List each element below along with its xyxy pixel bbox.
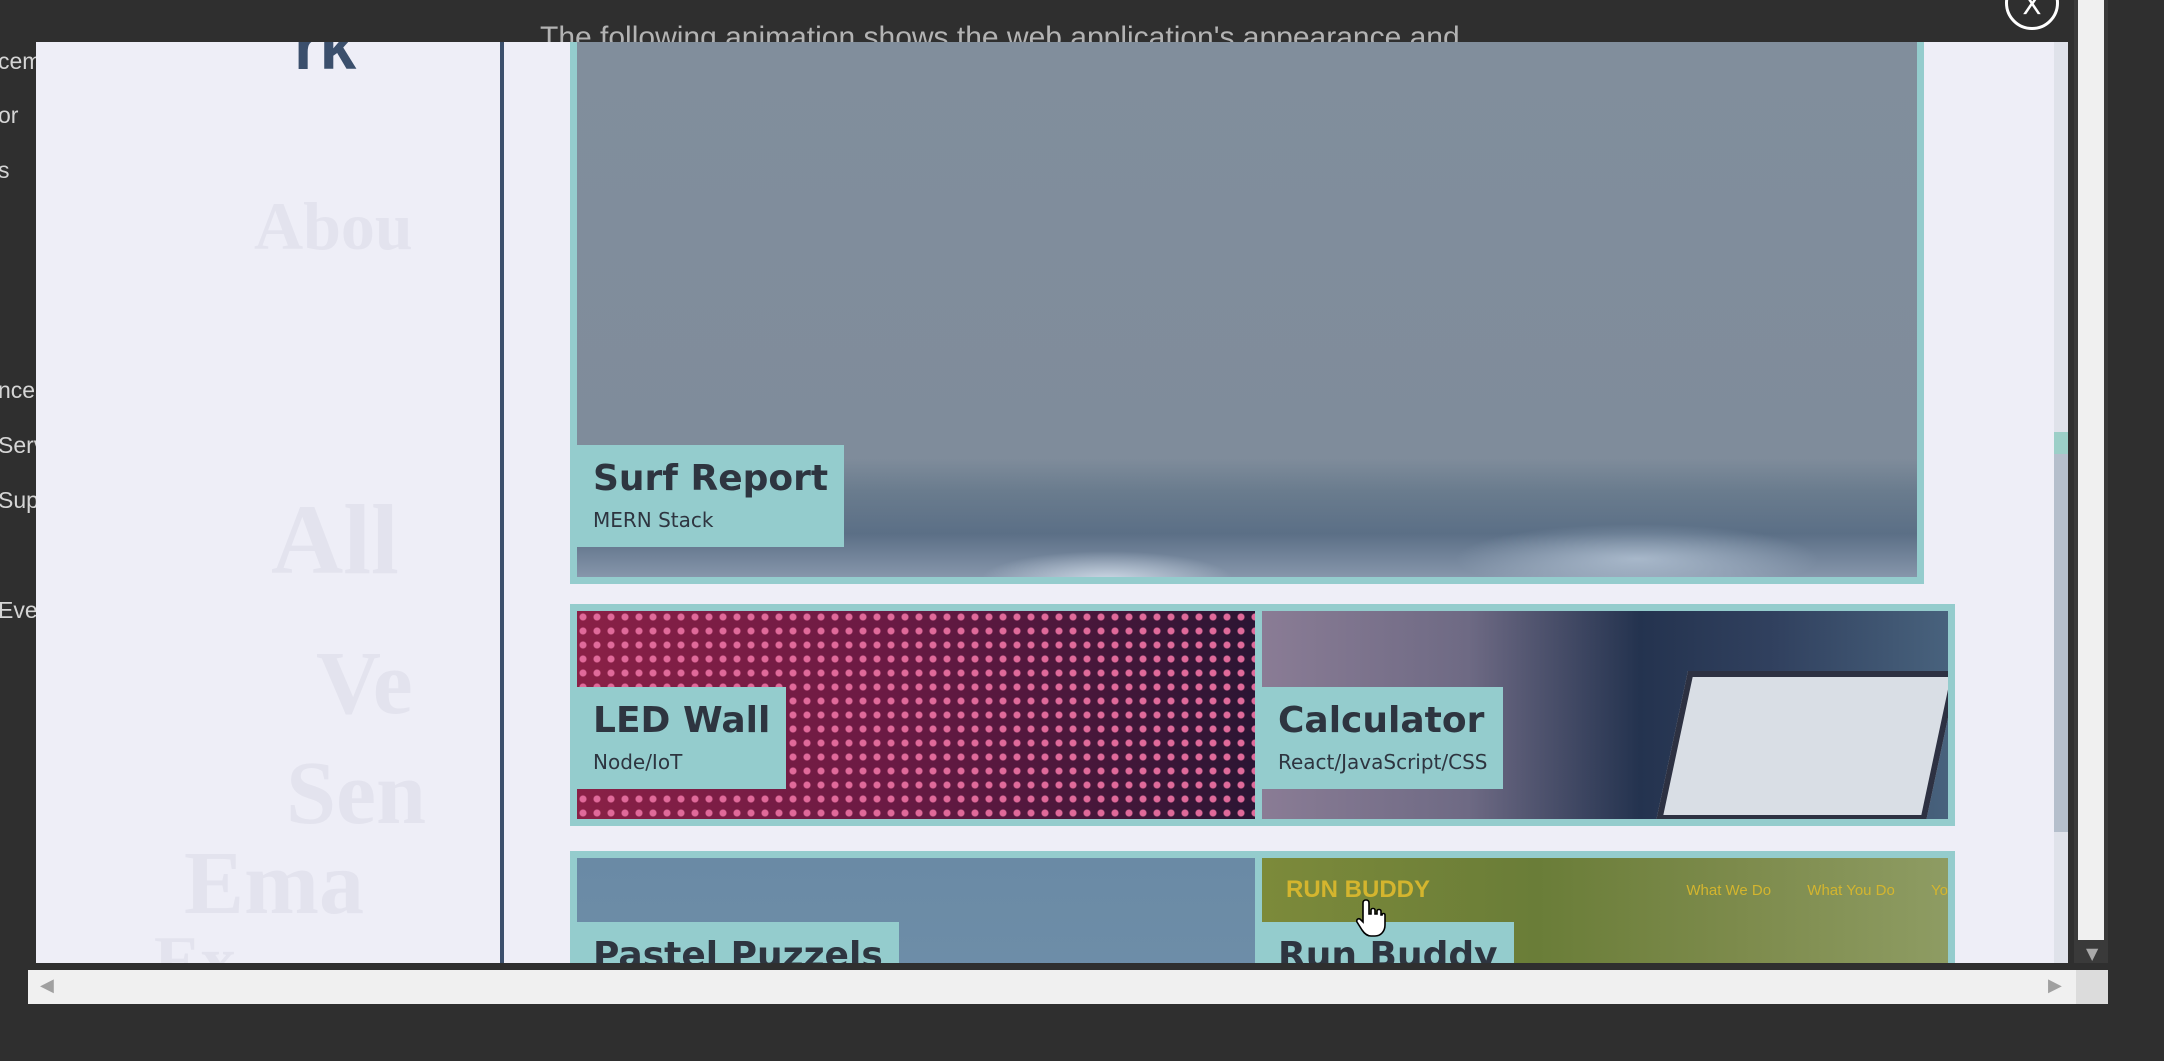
sidebar-divider [500,42,504,963]
nav-fragment: Sup [0,487,36,513]
scroll-left-arrow-icon[interactable]: ◀ [40,975,54,996]
sidebar-ghost-text: Abou [254,188,413,264]
section-heading: rk [294,42,357,83]
run-buddy-nav: What We Do What You Do Yo [1654,882,1948,899]
project-label: Surf Report MERN Stack [577,445,845,547]
run-buddy-nav-link: Yo [1931,882,1948,899]
project-card-surf-report[interactable]: Surf Report MERN Stack [570,42,1924,584]
sidebar-ghost-text: Ex [154,923,236,963]
project-label: Pastel Puzzels [577,922,899,963]
project-title: Run Buddy [1278,935,1498,963]
project-card-pastel-puzzels[interactable]: Pastel Puzzels [570,851,1270,963]
nav-fragment: or [0,102,19,128]
project-label: Run Buddy [1262,922,1514,963]
project-card-led-wall[interactable]: LED Wall Node/IoT [570,604,1270,826]
background-paragraph: The following animation shows the web ap… [540,21,1460,42]
project-tech: Node/IoT [593,750,683,774]
laptop-screen-graphic [1656,671,1948,819]
horizontal-scrollbar[interactable] [28,970,2108,1004]
hand-pointer-cursor-icon [1356,899,1386,937]
project-tech: React/JavaScript/CSS [1278,750,1488,774]
project-label: Calculator React/JavaScript/CSS [1262,687,1504,789]
background-paragraph-fragment-2 [690,1048,1490,1061]
project-title: LED Wall [593,700,771,741]
lightbox-sidebar: rk Abou All Ve Sen Ema Ex [36,42,500,963]
vertical-scrollbar-thumb[interactable] [2078,0,2104,940]
project-title: Surf Report [593,458,829,499]
nav-fragment: Serv [0,432,36,458]
sidebar-ghost-text: Ve [316,634,413,733]
project-card-calculator[interactable]: Calculator React/JavaScript/CSS [1255,604,1955,826]
sidebar-ghost-text: Ema [184,834,364,933]
run-buddy-nav-link: What You Do [1807,882,1895,899]
nav-fragment: cem [0,48,36,74]
lightbox-scroll-thumb[interactable] [2054,432,2068,832]
scroll-right-arrow-icon[interactable]: ▶ [2048,975,2062,996]
background-nav: cem or s nce Serv Sup Ever [0,0,36,1061]
nav-fragment: nce [0,377,36,403]
project-tech: MERN Stack [593,508,714,532]
nav-fragment: s [0,157,10,183]
run-buddy-nav-link: What We Do [1686,882,1772,899]
scroll-down-arrow-icon[interactable]: ▼ [2086,944,2098,963]
project-title: Pastel Puzzels [593,935,883,963]
sidebar-ghost-text: Sen [286,744,427,843]
close-button[interactable]: X [2005,0,2059,30]
lightbox-scroll-accent [2054,432,2068,454]
scrollbar-corner [2076,970,2108,1004]
project-label: LED Wall Node/IoT [577,687,787,789]
nav-fragment: Ever [0,597,36,623]
project-lightbox: rk Abou All Ve Sen Ema Ex Surf Report ME… [36,42,2068,963]
sidebar-ghost-text: All [271,484,399,595]
project-title: Calculator [1278,700,1485,741]
